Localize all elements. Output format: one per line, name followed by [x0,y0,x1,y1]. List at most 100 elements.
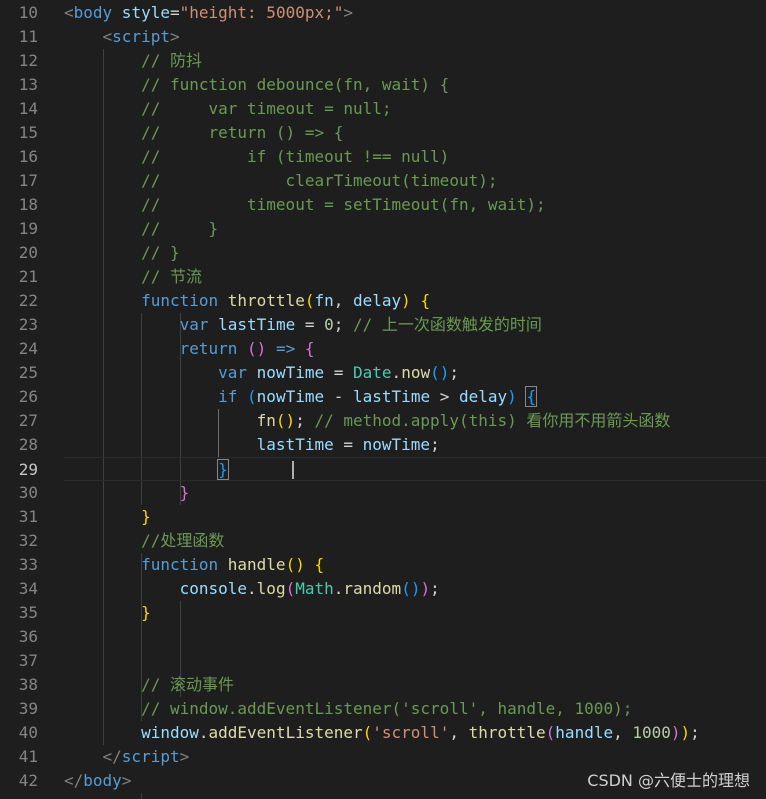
code-token: lastTime [218,315,296,334]
code-token: script [121,747,180,766]
line-number: 35 [18,603,38,622]
code-token: = [333,435,363,454]
code-line[interactable]: 40 window.addEventListener('scroll', thr… [0,721,766,745]
line-number: 36 [18,627,38,646]
code-line[interactable]: 30 } [0,481,766,505]
code-line[interactable]: 34 console.log(Math.random()); [0,577,766,601]
code-text: // window.addEventListener('scroll', han… [64,697,632,721]
code-token: , [333,291,353,310]
code-token: = [324,363,354,382]
code-line[interactable]: 39 // window.addEventListener('scroll', … [0,697,766,721]
code-line[interactable]: 14 // var timeout = null; [0,97,766,121]
code-token: . [391,363,402,382]
code-token: // 滚动事件 [141,675,234,694]
code-line[interactable]: 31 } [0,505,766,529]
code-line[interactable]: 19 // } [0,217,766,241]
code-text: // 滚动事件 [64,673,234,697]
code-line[interactable]: 22 function throttle(fn, delay) { [0,289,766,313]
code-line[interactable]: 24 return () => { [0,337,766,361]
code-token: () [247,339,267,358]
code-line[interactable]: 10 <body style="height: 5000px;"> [0,1,766,25]
line-number: 16 [18,147,38,166]
code-text: var lastTime = 0; // 上一次函数触发的时间 [64,313,542,337]
code-line[interactable]: 20 // } [0,241,766,265]
code-line[interactable]: 38 // 滚动事件 [0,673,766,697]
code-line[interactable]: 35 } [0,601,766,625]
code-token: // 防抖 [141,51,202,70]
code-line[interactable]: 26 if (nowTime - lastTime > delay) { [0,385,766,409]
code-token: now [401,363,431,382]
code-token: throttle [468,723,546,742]
code-line[interactable]: 28 lastTime = nowTime; [0,433,766,457]
code-line[interactable]: 32 //处理函数 [0,529,766,553]
code-token: function [141,291,219,310]
code-token: Math [295,579,334,598]
code-token: // method.apply(this) 看你用不用箭头函数 [314,411,671,430]
code-token: { [304,339,315,358]
code-token: // if (timeout !== null) [141,147,450,166]
code-token: nowTime [256,363,325,382]
code-token: body [83,771,122,790]
code-token: () [285,555,305,574]
code-editor[interactable]: 10 <body style="height: 5000px;"> 11 <scri… [0,0,766,799]
code-line[interactable]: 11 <script> [0,25,766,49]
line-number: 42 [18,771,38,790]
code-line[interactable]: 12 // 防抖 [0,49,766,73]
code-line[interactable]: 17 // clearTimeout(timeout); [0,169,766,193]
code-token: return [179,339,238,358]
code-line[interactable]: 23 var lastTime = 0; // 上一次函数触发的时间 [0,313,766,337]
line-number: 28 [18,435,38,454]
code-token: handle [227,555,286,574]
code-line[interactable]: 27 fn(); // method.apply(this) 看你用不用箭头函数 [0,409,766,433]
code-token: style [112,3,170,22]
code-line[interactable]: 29 } [19,457,766,481]
code-token: throttle [227,291,305,310]
code-line[interactable]: 25 var nowTime = Date.now(); [0,361,766,385]
code-line[interactable]: 15 // return () => { [0,121,766,145]
code-token: ; [430,579,440,598]
line-number: 37 [18,651,38,670]
watermark: CSDN @六便士的理想 [587,771,750,790]
code-text: //处理函数 [64,529,224,553]
code-token: () [275,411,296,430]
line-number: 30 [18,483,38,502]
code-token: addEventListener [208,723,363,742]
code-line[interactable]: 21 // 节流 [0,265,766,289]
code-token: window [141,723,199,742]
code-token: ( [362,723,373,742]
code-token: var [179,315,209,334]
code-token: if [218,387,238,406]
code-line[interactable]: 33 function handle() { [0,553,766,577]
line-number: 39 [18,699,38,718]
code-text: function handle() { [64,553,324,577]
code-token: handle [555,723,614,742]
code-token: ( [285,579,296,598]
code-line[interactable]: 37 [0,649,766,673]
line-number: 41 [18,747,38,766]
code-line[interactable]: 13 // function debounce(fn, wait) { [0,73,766,97]
code-text: } [64,505,151,529]
code-line[interactable]: 36 [0,625,766,649]
code-line[interactable]: 16 // if (timeout !== null) [0,145,766,169]
code-token: ( [545,723,556,742]
code-line[interactable]: 41 </script> [0,745,766,769]
code-token: // var timeout = null; [141,99,392,118]
code-line[interactable]: 18 // timeout = setTimeout(fn, wait); [0,193,766,217]
line-number: 13 [18,75,38,94]
code-token: </ [102,747,122,766]
code-token: ; [295,411,315,430]
